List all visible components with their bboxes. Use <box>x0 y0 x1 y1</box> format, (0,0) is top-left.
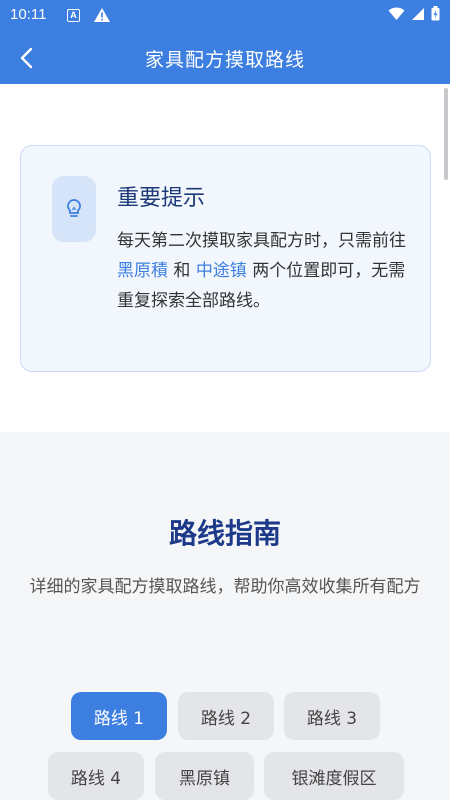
location-link-heiyuanji: 黑原積 <box>117 261 168 281</box>
location-link-zhongtuzhen: 中途镇 <box>195 261 247 281</box>
route-chip-heiyuanzhen[interactable]: 黑原镇 <box>155 752 254 800</box>
route-chip-2[interactable]: 路线 2 <box>178 692 274 740</box>
wifi-icon <box>388 6 405 25</box>
scrollbar[interactable] <box>444 88 448 180</box>
tip-body: 每天第二次摸取家具配方时，只需前往 黑原積 和 中途镇 两个位置即可，无需重复探… <box>117 226 407 316</box>
route-chip-3[interactable]: 路线 3 <box>284 692 380 740</box>
section-subtitle: 详细的家具配方摸取路线，帮助你高效收集所有配方 <box>29 577 421 597</box>
route-chip-yintan[interactable]: 银滩度假区 <box>264 752 404 800</box>
battery-icon <box>431 6 440 25</box>
section-title: 路线指南 <box>168 517 281 550</box>
route-chip-4[interactable]: 路线 4 <box>48 752 144 800</box>
route-guide-section: 路线指南 详细的家具配方摸取路线，帮助你高效收集所有配方 路线 1 路线 2 路… <box>0 432 450 800</box>
tip-title: 重要提示 <box>117 186 206 211</box>
tip-icon-box <box>52 176 96 242</box>
page-title: 家具配方摸取路线 <box>144 49 305 71</box>
status-icons <box>388 6 440 25</box>
warning-icon <box>93 7 111 27</box>
lightbulb-icon <box>67 199 81 217</box>
signal-icon <box>411 6 425 25</box>
important-tip-card: 重要提示 每天第二次摸取家具配方时，只需前往 黑原積 和 中途镇 两个位置即可，… <box>20 145 431 372</box>
status-time: 10:11 <box>10 6 47 23</box>
tip-text: 和 <box>168 261 196 281</box>
notification-a-icon: A <box>67 9 80 22</box>
app-bar: 家具配方摸取路线 <box>0 32 450 84</box>
route-chip-1[interactable]: 路线 1 <box>71 692 167 740</box>
tip-text: 每天第二次摸取家具配方时，只需前往 <box>117 231 406 251</box>
status-bar: 10:11 A <box>0 0 450 32</box>
